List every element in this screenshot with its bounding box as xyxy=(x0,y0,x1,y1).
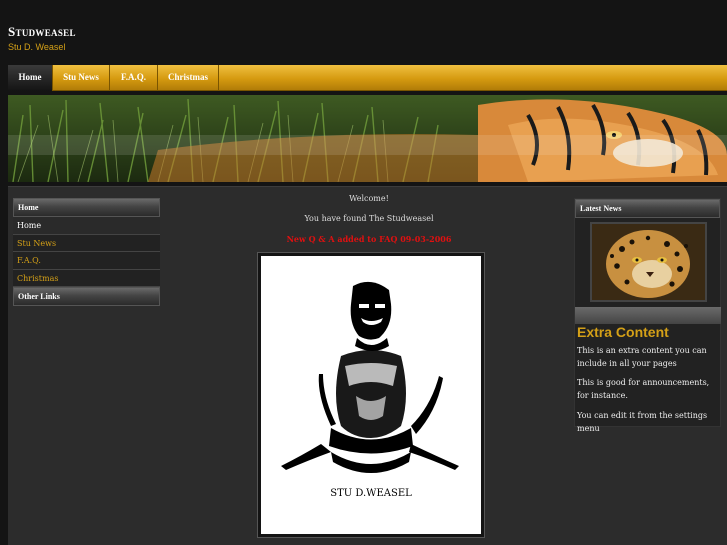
nav-christmas[interactable]: Christmas xyxy=(158,65,219,91)
sidebar-item-faq[interactable]: F.A.Q. xyxy=(13,252,160,270)
drawing-caption: STU D.WEASEL xyxy=(330,488,412,499)
extra-content-paragraph-1: This is an extra content you can include… xyxy=(577,346,707,368)
stu-weasel-drawing: STU D.WEASEL xyxy=(257,252,485,538)
site-slogan: Stu D. Weasel xyxy=(8,42,66,52)
top-navigation: Home Stu News F.A.Q. Christmas xyxy=(8,65,727,91)
extra-content-title: Extra Content xyxy=(577,324,669,340)
sidebar-item-christmas[interactable]: Christmas xyxy=(13,269,160,287)
found-text: You have found The Studweasel xyxy=(304,214,434,223)
site-header: Studweasel Stu D. Weasel xyxy=(0,0,727,64)
tiger-banner-image xyxy=(8,95,727,182)
nav-stu-news[interactable]: Stu News xyxy=(53,65,110,91)
other-links-title: Other Links xyxy=(13,287,160,306)
nav-faq[interactable]: F.A.Q. xyxy=(110,65,158,91)
sidebar-item-home[interactable]: Home xyxy=(13,217,160,235)
left-sidebar: Home Home Stu News F.A.Q. Christmas Othe… xyxy=(13,198,160,306)
sidebar-item-stu-news[interactable]: Stu News xyxy=(13,234,160,252)
extra-content-paragraph-3: You can edit it from the settings menu xyxy=(577,411,708,433)
leopard-photo[interactable] xyxy=(590,222,707,302)
nav-home[interactable]: Home xyxy=(8,65,53,91)
new-qa-link[interactable]: New Q & A added to FAQ 09-03-2006 xyxy=(170,234,568,248)
site-title[interactable]: Studweasel xyxy=(8,24,76,40)
right-sidebar: Latest News Extra Content This is an ext… xyxy=(574,198,721,433)
home-block-title: Home xyxy=(13,198,160,217)
main-content: Welcome! You have found The Studweasel N… xyxy=(170,194,568,538)
latest-news-title: Latest News xyxy=(575,199,720,218)
extra-content-paragraph-2: This is good for announcements, for inst… xyxy=(577,378,710,400)
divider-bar xyxy=(575,307,721,324)
welcome-text: Welcome! xyxy=(349,194,389,203)
